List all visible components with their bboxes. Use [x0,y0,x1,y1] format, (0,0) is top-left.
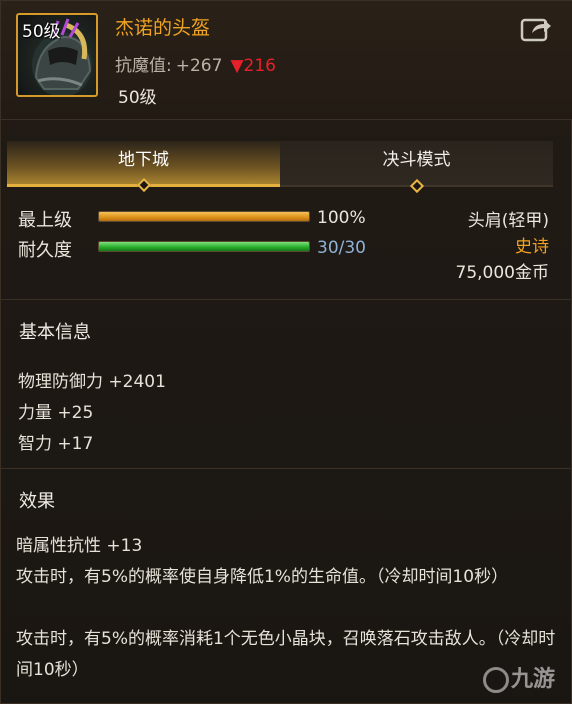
tab-diamond-icon [136,177,151,193]
stat-line: 智力 +17 [18,434,94,454]
grade-bar [98,211,310,222]
resistance-change: ▼216 [230,56,276,76]
resistance-label: 抗魔值: [115,56,172,76]
item-tooltip-panel: 50级 杰诺的头盔 抗魔值: +267 ▼216 50级 地下城 决斗模式 最上级 … [0,0,572,704]
grade-value: 100% [317,208,366,228]
durability-bar-fill [99,242,309,251]
grade-label: 最上级 [18,210,72,231]
tab-diamond-icon [409,178,424,194]
effect-line: 攻击时，有5%的概率使自身降低1%的生命值。（冷却时间10秒） [16,567,509,587]
basic-info-title: 基本信息 [19,322,91,343]
watermark-text: 九游 [511,667,556,692]
item-header: 50级 杰诺的头盔 抗魔值: +267 ▼216 50级 [1,1,572,119]
tab-dungeon-label: 地下城 [118,150,169,170]
price-label: 75,000金币 [455,263,549,283]
slot-type: 头肩(轻甲) [467,211,549,231]
mode-tabs: 地下城 决斗模式 [7,141,553,194]
stat-line: 力量 +25 [18,403,94,423]
durability-value: 30/30 [317,238,366,258]
share-button[interactable] [520,15,552,43]
watermark: 九游 [483,661,555,693]
rarity-label: 史诗 [515,237,549,257]
tab-dungeon[interactable]: 地下城 [7,141,280,193]
durability-label: 耐久度 [18,240,72,261]
watermark-logo-icon [483,667,509,693]
share-icon [520,18,551,42]
grade-bar-fill [99,212,309,221]
resistance-value: +267 [175,56,223,76]
tab-pvp[interactable]: 决斗模式 [280,141,553,194]
item-icon-frame[interactable]: 50级 [16,13,98,97]
item-level-badge: 50级 [22,22,61,42]
header-divider [1,119,572,120]
section-divider [1,299,572,300]
section-divider [1,468,572,469]
stat-line: 物理防御力 +2401 [18,372,166,392]
item-name: 杰诺的头盔 [115,17,211,39]
effect-line: 攻击时，有5%的概率消耗1个无色小晶块，召唤落石攻击敌人。（冷却时间10秒） [16,629,556,680]
effects-title: 效果 [19,491,55,512]
item-level-text: 50级 [118,88,157,108]
resistance-row: 抗魔值: +267 ▼216 [115,51,276,76]
tab-pvp-label: 决斗模式 [382,150,451,170]
durability-bar [98,241,310,252]
effect-line: 暗属性抗性 +13 [16,536,143,556]
